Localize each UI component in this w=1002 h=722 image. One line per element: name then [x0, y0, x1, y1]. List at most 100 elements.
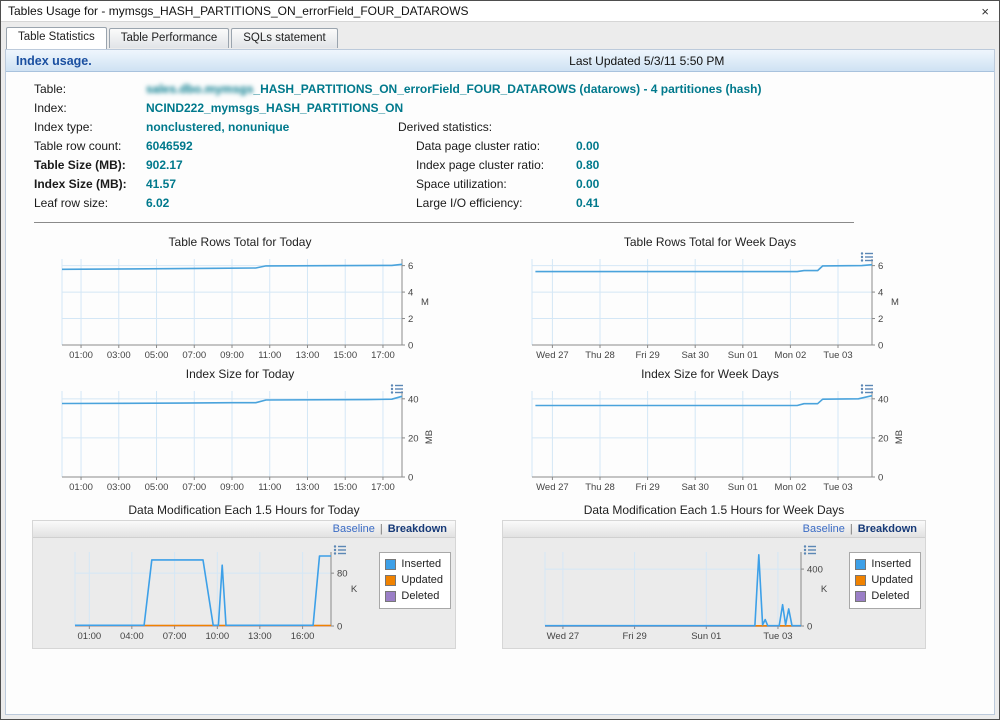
baseline-link[interactable]: Baseline — [803, 523, 845, 535]
table-label: Table: — [34, 82, 146, 96]
section-header: Index usage. Last Updated 5/3/11 5:50 PM — [6, 50, 994, 72]
inserted-swatch — [855, 559, 866, 570]
table-rows-today-chart: 01:0003:0005:0007:0009:0011:0013:0015:00… — [32, 251, 472, 363]
chart-menu-icon[interactable] — [803, 544, 817, 556]
titlebar: Tables Usage for - mymsgs_HASH_PARTITION… — [1, 1, 999, 22]
tab-content: Index usage. Last Updated 5/3/11 5:50 PM… — [5, 49, 995, 715]
svg-text:80: 80 — [337, 569, 348, 580]
legend-item-inserted[interactable]: Inserted — [855, 556, 913, 572]
panel-body: Wed 27Fri 29Sun 01Tue 030400K Inserted U… — [503, 538, 925, 648]
panel-toolbar: Baseline | Breakdown — [33, 521, 455, 538]
legend-item-updated[interactable]: Updated — [385, 572, 443, 588]
data-modification-week-chart: Wed 27Fri 29Sun 01Tue 030400K — [509, 544, 843, 644]
svg-text:MB: MB — [424, 430, 435, 444]
legend-item-inserted[interactable]: Inserted — [385, 556, 443, 572]
chart-panel-rows-today: Table Rows Total for Today 01:0003:0005:… — [18, 231, 488, 363]
svg-text:0: 0 — [408, 341, 413, 352]
svg-text:Fri 29: Fri 29 — [635, 482, 659, 493]
tab-sqls-statement[interactable]: SQLs statement — [231, 28, 337, 48]
table-name-redacted: sales.dbo.mymsgs — [146, 82, 253, 96]
svg-text:Fri 29: Fri 29 — [622, 631, 646, 642]
svg-text:09:00: 09:00 — [220, 482, 244, 493]
svg-text:Thu 28: Thu 28 — [585, 350, 615, 361]
baseline-link[interactable]: Baseline — [333, 523, 375, 535]
svg-text:09:00: 09:00 — [220, 350, 244, 361]
chart-title: Table Rows Total for Today — [32, 235, 488, 251]
chart-title: Data Modification Each 1.5 Hours for Tod… — [32, 503, 456, 520]
svg-text:400: 400 — [807, 565, 823, 576]
chart-panel-index-size-week: Index Size for Week Days Wed 27Thu 28Fri… — [488, 363, 958, 495]
table-size-value: 902.17 — [146, 158, 398, 172]
updated-swatch — [385, 575, 396, 586]
breakdown-link[interactable]: Breakdown — [858, 523, 917, 535]
svg-text:20: 20 — [408, 433, 419, 444]
index-size-today-chart: 01:0003:0005:0007:0009:0011:0013:0015:00… — [32, 383, 472, 495]
svg-text:Tue 03: Tue 03 — [763, 631, 792, 642]
table-rows-week-chart: Wed 27Thu 28Fri 29Sat 30Sun 01Mon 02Tue … — [502, 251, 942, 363]
svg-text:15:00: 15:00 — [333, 482, 357, 493]
svg-text:0: 0 — [807, 622, 812, 633]
modification-today-block: Data Modification Each 1.5 Hours for Tod… — [18, 503, 488, 649]
svg-text:Mon 02: Mon 02 — [775, 350, 807, 361]
svg-text:4: 4 — [878, 288, 883, 299]
svg-text:Fri 29: Fri 29 — [635, 350, 659, 361]
chart-legend: Inserted Updated Deleted — [379, 552, 451, 609]
window-title: Tables Usage for - mymsgs_HASH_PARTITION… — [8, 4, 469, 18]
svg-text:03:00: 03:00 — [107, 482, 131, 493]
chart-title: Data Modification Each 1.5 Hours for Wee… — [502, 503, 926, 520]
leaf-row-size-label: Leaf row size: — [34, 196, 146, 210]
chart-menu-icon[interactable] — [333, 544, 347, 556]
legend-item-deleted[interactable]: Deleted — [385, 588, 443, 604]
chart-menu-icon[interactable] — [860, 383, 874, 395]
data-modification-today-chart: 01:0004:0007:0010:0013:0016:00080K — [39, 544, 373, 644]
svg-text:16:00: 16:00 — [291, 631, 315, 642]
deleted-swatch — [385, 591, 396, 602]
data-page-cluster-ratio-label: Data page cluster ratio: — [398, 139, 576, 153]
space-utilization-label: Space utilization: — [398, 177, 576, 191]
svg-text:40: 40 — [408, 394, 419, 405]
svg-text:0: 0 — [408, 473, 413, 484]
large-io-efficiency-value: 0.41 — [576, 196, 666, 210]
close-icon[interactable]: × — [978, 5, 992, 18]
svg-text:Sun 01: Sun 01 — [691, 631, 721, 642]
tab-table-statistics[interactable]: Table Statistics — [6, 27, 107, 49]
chart-title: Table Rows Total for Week Days — [502, 235, 958, 251]
svg-text:05:00: 05:00 — [145, 482, 169, 493]
svg-text:15:00: 15:00 — [333, 350, 357, 361]
svg-text:07:00: 07:00 — [182, 350, 206, 361]
chart-menu-icon[interactable] — [860, 251, 874, 263]
modification-today-panel: Baseline | Breakdown 01:0004:0007:0010:0… — [32, 520, 456, 649]
svg-text:11:00: 11:00 — [258, 482, 281, 493]
charts-grid: Table Rows Total for Today 01:0003:0005:… — [6, 227, 994, 495]
tab-table-performance[interactable]: Table Performance — [109, 28, 230, 48]
derived-statistics-label: Derived statistics: — [398, 120, 666, 134]
index-label: Index: — [34, 101, 146, 115]
index-page-cluster-ratio-value: 0.80 — [576, 158, 666, 172]
svg-text:17:00: 17:00 — [371, 350, 395, 361]
svg-text:01:00: 01:00 — [77, 631, 101, 642]
legend-item-deleted[interactable]: Deleted — [855, 588, 913, 604]
chart-menu-icon[interactable] — [390, 383, 404, 395]
index-type-label: Index type: — [34, 120, 146, 134]
tables-usage-window: Tables Usage for - mymsgs_HASH_PARTITION… — [0, 0, 1000, 720]
svg-text:40: 40 — [878, 394, 889, 405]
index-size-label: Index Size (MB): — [34, 177, 146, 191]
svg-text:03:00: 03:00 — [107, 350, 131, 361]
legend-item-updated[interactable]: Updated — [855, 572, 913, 588]
svg-text:6: 6 — [878, 261, 883, 272]
table-row-count-label: Table row count: — [34, 139, 146, 153]
large-io-efficiency-label: Large I/O efficiency: — [398, 196, 576, 210]
svg-text:13:00: 13:00 — [296, 350, 320, 361]
panel-body: 01:0004:0007:0010:0013:0016:00080K Inser… — [33, 538, 455, 648]
index-size-value: 41.57 — [146, 177, 398, 191]
svg-text:M: M — [421, 297, 429, 308]
svg-text:4: 4 — [408, 288, 413, 299]
panel-toolbar: Baseline | Breakdown — [503, 521, 925, 538]
svg-text:Sat 30: Sat 30 — [681, 350, 708, 361]
svg-text:Wed 27: Wed 27 — [547, 631, 580, 642]
link-separator: | — [850, 523, 853, 535]
breakdown-link[interactable]: Breakdown — [388, 523, 447, 535]
svg-text:K: K — [351, 584, 358, 595]
last-updated-text: Last Updated 5/3/11 5:50 PM — [569, 54, 724, 68]
svg-text:Wed 27: Wed 27 — [536, 350, 569, 361]
